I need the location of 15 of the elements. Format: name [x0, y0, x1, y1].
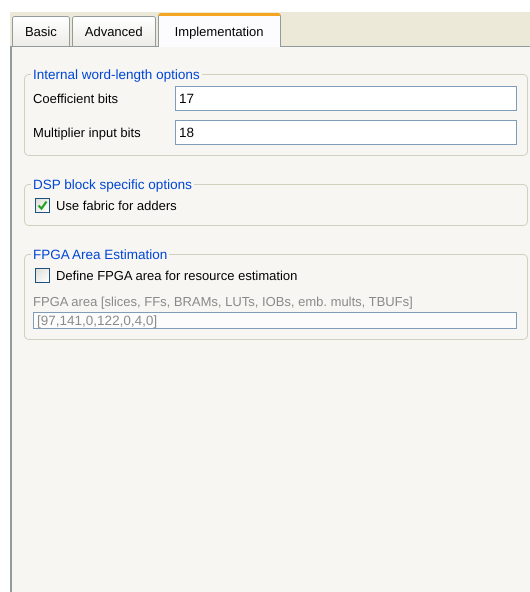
field-label: Multiplier input bits — [33, 125, 142, 140]
tab[interactable]: Basic — [12, 16, 70, 46]
tab[interactable]: Implementation — [158, 13, 281, 47]
input-field[interactable]: 17 — [175, 86, 517, 111]
group-title: FPGA Area Estimation — [32, 247, 168, 262]
field-label: Coefficient bits — [33, 91, 120, 106]
group-title: Internal word-length options — [32, 67, 201, 82]
checkbox[interactable] — [35, 268, 50, 283]
checkbox-label: Define FPGA area for resource estimation — [56, 268, 298, 283]
tab[interactable]: Advanced — [72, 16, 156, 46]
field-label: FPGA area [slices, FFs, BRAMs, LUTs, IOBs, emb. mults, TBUFs] — [33, 294, 414, 309]
checkbox-label: Use fabric for adders — [56, 198, 177, 213]
checkbox[interactable] — [35, 198, 50, 213]
group-title: DSP block specific options — [32, 177, 193, 192]
input-field[interactable]: 18 — [175, 120, 517, 145]
